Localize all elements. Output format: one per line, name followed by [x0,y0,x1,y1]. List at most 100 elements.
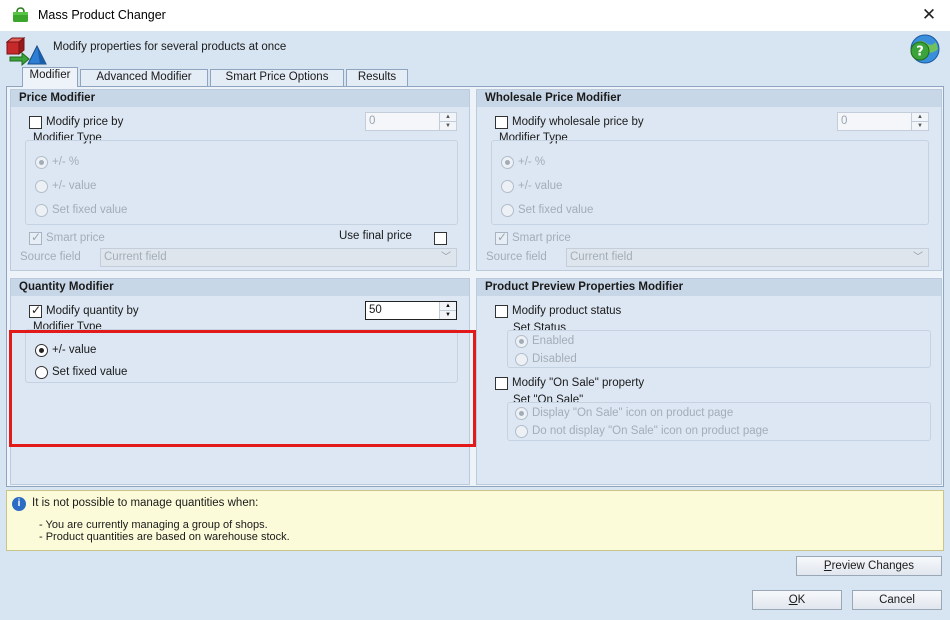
smart-price-label: Smart price [512,232,571,244]
price-source-field-label: Source field [20,251,81,263]
title-bar: Mass Product Changer ✕ [0,0,950,31]
tab-results[interactable]: Results [346,69,408,86]
preview-changes-label: review Changes [831,560,915,572]
price-option-percent[interactable]: +/- % [35,154,79,170]
radio-dot[interactable] [501,203,514,217]
price-option-fixed[interactable]: Set fixed value [35,202,127,218]
tab-modifier[interactable]: Modifier [22,67,78,87]
radio-dot[interactable] [515,352,528,366]
price-option-value-label: +/- value [52,180,97,192]
stepper-arrows[interactable]: ▲ ▼ [439,302,456,319]
wholesale-option-value[interactable]: +/- value [501,178,562,194]
status-option-enabled[interactable]: Enabled [515,333,574,349]
modify-quantity-checkbox[interactable]: ✓ Modify quantity by [29,303,139,319]
price-value-stepper[interactable]: 0 ▲ ▼ [365,112,457,131]
price-option-percent-label: +/- % [52,156,80,168]
radio-dot[interactable] [515,334,528,348]
wholesale-value[interactable]: 0 [838,113,911,130]
up-arrow-icon[interactable]: ▲ [440,113,456,121]
radio-dot[interactable] [515,406,528,420]
price-smart-price-checkbox[interactable]: ✓ Smart price [29,230,105,246]
preview-modifier-panel: Product Preview Properties Modifier Modi… [476,278,942,485]
window-title: Mass Product Changer [38,8,166,22]
check-mark-icon: ✓ [497,229,508,244]
tab-advanced-modifier[interactable]: Advanced Modifier [80,69,208,86]
checkbox-box[interactable]: ✓ [495,229,508,245]
radio-dot[interactable] [501,155,514,169]
radio-dot[interactable] [35,343,48,357]
info-notice: i It is not possible to manage quantitie… [6,490,944,551]
tab-panel-modifier: Price Modifier Modify price by 0 ▲ ▼ Modi… [6,86,944,487]
preview-modifier-header: Product Preview Properties Modifier [477,279,941,296]
status-option-disabled[interactable]: Disabled [515,351,577,367]
chevron-down-icon[interactable]: ﹀ [441,249,451,266]
header-description: Modify properties for several products a… [53,41,287,53]
price-source-field-select[interactable]: Current field ﹀ [100,248,457,267]
checkbox-box[interactable] [495,376,508,390]
price-value[interactable]: 0 [366,113,439,130]
quantity-value[interactable]: 50 [366,302,439,319]
onsale-option-display[interactable]: Display "On Sale" icon on product page [515,405,733,421]
down-arrow-icon[interactable]: ▼ [912,121,928,130]
preview-changes-button[interactable]: Preview Changes [796,556,942,576]
checkbox-box[interactable]: ✓ [29,230,42,245]
checkbox-box[interactable] [495,304,508,318]
price-option-value[interactable]: +/- value [35,178,96,194]
up-arrow-icon[interactable]: ▲ [440,302,456,310]
shopping-bag-icon [13,7,28,22]
wholesale-option-percent[interactable]: +/- % [501,154,545,170]
wholesale-option-fixed-label: Set fixed value [518,204,594,216]
modify-quantity-label: Modify quantity by [46,305,139,317]
quantity-modifier-header: Quantity Modifier [11,279,469,296]
stepper-arrows[interactable]: ▲ ▼ [439,113,456,130]
quantity-value-stepper[interactable]: 50 ▲ ▼ [365,301,457,320]
quantity-option-fixed[interactable]: Set fixed value [35,364,127,380]
cancel-button[interactable]: Cancel [852,590,942,610]
quantity-modifier-panel: Quantity Modifier ✓ Modify quantity by 5… [10,278,470,485]
wholesale-smart-price-checkbox[interactable]: ✓ Smart price [495,230,571,246]
radio-dot[interactable] [515,424,528,438]
info-line: - Product quantities are based on wareho… [39,531,290,543]
chevron-down-icon[interactable]: ﹀ [913,249,923,266]
down-arrow-icon[interactable]: ▼ [440,121,456,130]
wholesale-value-stepper[interactable]: 0 ▲ ▼ [837,112,929,131]
checkbox-box[interactable] [495,115,508,129]
onsale-display-label: Display "On Sale" icon on product page [532,407,734,419]
stepper-arrows[interactable]: ▲ ▼ [911,113,928,130]
tab-smart-price-options[interactable]: Smart Price Options [210,69,344,86]
svg-text:?: ? [916,45,924,60]
wholesale-option-fixed[interactable]: Set fixed value [501,202,593,218]
onsale-option-hide[interactable]: Do not display "On Sale" icon on product… [515,423,768,439]
close-icon[interactable]: ✕ [918,4,940,26]
check-mark-icon: ✓ [31,302,42,317]
modify-status-checkbox[interactable]: Modify product status [495,303,621,319]
preview-changes-access-key: P [823,560,832,572]
ok-button[interactable]: OK [752,590,842,610]
status-disabled-label: Disabled [532,353,577,365]
use-final-price-checkbox[interactable] [434,230,451,246]
help-globe-icon[interactable]: ? [908,33,942,65]
modify-onsale-checkbox[interactable]: Modify "On Sale" property [495,375,644,391]
checkbox-box[interactable] [434,231,447,245]
info-icon: i [12,497,26,511]
radio-dot[interactable] [35,365,48,379]
price-source-field-value: Current field [104,251,167,263]
radio-dot[interactable] [501,179,514,193]
checkbox-box[interactable] [29,115,42,129]
modify-price-checkbox[interactable]: Modify price by [29,114,123,130]
wholesale-source-field-select[interactable]: Current field ﹀ [566,248,929,267]
radio-dot[interactable] [35,203,48,217]
wholesale-source-field-label: Source field [486,251,547,263]
radio-dot[interactable] [35,179,48,193]
checkbox-box[interactable]: ✓ [29,302,42,318]
price-modifier-panel: Price Modifier Modify price by 0 ▲ ▼ Modi… [10,89,470,271]
ok-label: K [797,594,806,606]
quantity-option-value[interactable]: +/- value [35,342,96,358]
modify-status-label: Modify product status [512,305,622,317]
modify-wholesale-checkbox[interactable]: Modify wholesale price by [495,114,644,130]
up-arrow-icon[interactable]: ▲ [912,113,928,121]
wholesale-option-percent-label: +/- % [518,156,546,168]
radio-dot[interactable] [35,155,48,169]
quantity-option-value-label: +/- value [52,344,97,356]
down-arrow-icon[interactable]: ▼ [440,310,456,319]
